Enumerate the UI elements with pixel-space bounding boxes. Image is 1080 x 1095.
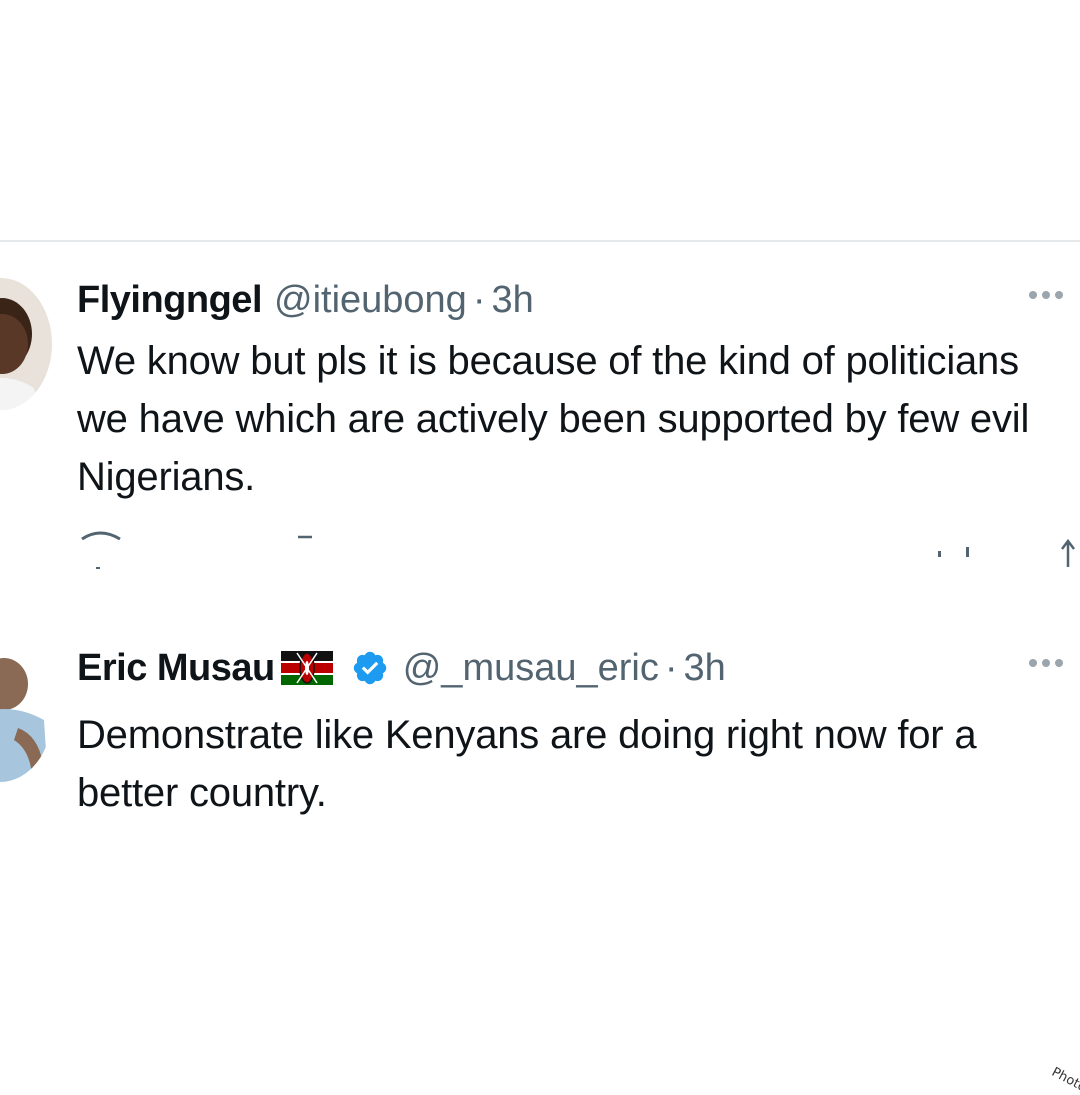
tweet-header: Eric Musau @_musau_eric · 3h [77,640,726,696]
tweet-actions [0,527,1080,577]
avatar[interactable] [0,278,52,410]
top-divider [0,240,1080,242]
display-name[interactable]: Eric Musau [77,647,275,690]
verified-badge-icon[interactable] [351,649,389,687]
separator-dot: · [664,646,678,689]
avatar[interactable] [0,650,52,782]
tweet[interactable]: Flyingngel @itieubong · 3h We know but p… [0,272,1080,582]
kenya-flag-icon [280,651,333,685]
more-options-icon[interactable] [1028,288,1064,302]
tweet-header: Flyingngel @itieubong · 3h [77,272,534,328]
timestamp[interactable]: 3h [684,647,726,690]
tweet-text: Demonstrate like Kenyans are doing right… [77,713,977,815]
analytics-icon[interactable] [938,547,969,557]
timestamp[interactable]: 3h [491,279,533,322]
more-options-icon[interactable] [1028,656,1064,670]
separator-dot: · [472,278,486,321]
tweet[interactable]: Eric Musau @_musau_eric · 3h Demonstrate… [0,640,1080,840]
user-handle[interactable]: @_musau_eric [403,647,659,690]
tweet-text: We know but pls it is because of the kin… [77,339,1030,499]
user-handle[interactable]: @itieubong [274,279,467,322]
share-icon[interactable] [1061,538,1075,567]
reply-icon[interactable] [81,531,121,541]
display-name[interactable]: Flyingngel [77,279,263,322]
